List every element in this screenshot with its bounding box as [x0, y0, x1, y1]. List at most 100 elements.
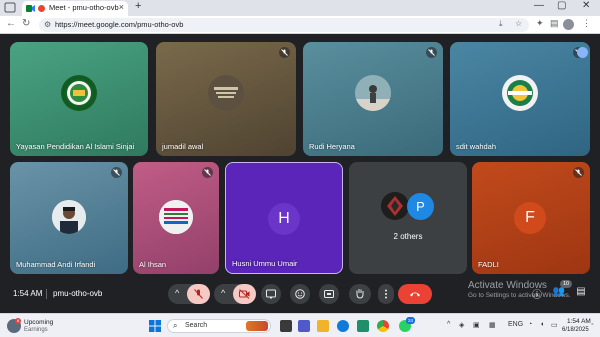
taskbar-date[interactable]: 6/18/2025	[562, 327, 589, 333]
mic-off-icon	[194, 289, 203, 299]
chrome-menu-icon[interactable]: ⋮	[582, 18, 591, 29]
profile-photo-icon	[159, 200, 193, 234]
end-call-icon	[410, 292, 420, 297]
close-window-icon[interactable]: ✕	[582, 0, 590, 11]
meeting-code: pmu-otho-ovb	[53, 289, 103, 298]
chat-icon[interactable]: ▤	[574, 286, 588, 300]
profile-photo-icon	[355, 75, 391, 111]
camera-toggle-button[interactable]	[233, 284, 256, 304]
participant-tile-husni[interactable]: H Husni Ummu Umair	[225, 162, 343, 274]
meeting-details-icon[interactable]: ⓘ	[530, 286, 544, 301]
raise-hand-button[interactable]	[349, 284, 371, 304]
file-explorer-icon[interactable]	[317, 320, 329, 332]
participant-name: Yayasan Pendidikan Al Islami Sinjai	[16, 142, 135, 151]
language-indicator[interactable]: ENG	[508, 321, 523, 328]
tab-actions-icon[interactable]	[4, 2, 16, 13]
site-info-icon[interactable]: ⚙	[44, 20, 51, 29]
search-icon: ⌕	[173, 321, 178, 330]
emoji-button[interactable]	[290, 284, 310, 304]
participant-tile-others[interactable]: P 2 others	[349, 162, 467, 274]
tray-app-icon[interactable]: ◈	[459, 321, 464, 329]
participant-name: Muhammad Andi Irfandi	[16, 260, 96, 269]
taskbar-time[interactable]: 1:54 AM	[567, 318, 591, 325]
volume-icon[interactable]: ◖	[540, 321, 544, 328]
participant-tile-fadli[interactable]: F FADLI	[472, 162, 590, 274]
participant-initial-avatar: H	[268, 203, 300, 235]
notifications-icon[interactable]: ◦	[591, 321, 593, 328]
download-icon[interactable]: ⤓	[499, 19, 503, 29]
captions-button[interactable]	[261, 284, 281, 304]
tray-overflow-icon[interactable]: ^	[447, 321, 450, 328]
tray-app-icon-3[interactable]: ▦	[489, 321, 496, 329]
participant-tile-rudi[interactable]: Rudi Heryana	[303, 42, 443, 156]
profile-photo-icon	[52, 200, 86, 234]
camera-options-button[interactable]: ^	[221, 288, 225, 298]
tab-close-button[interactable]: ×	[119, 2, 124, 12]
school-logo-icon	[67, 81, 91, 105]
store-icon[interactable]	[357, 320, 369, 332]
people-icon[interactable]: 👥	[552, 286, 566, 300]
back-icon[interactable]: ←	[6, 18, 16, 29]
maximize-icon[interactable]: ▢	[557, 0, 566, 11]
profile-photo-icon	[208, 75, 244, 111]
tray-app-icon-2[interactable]: ▣	[473, 321, 480, 329]
emoji-icon	[295, 289, 305, 299]
mic-muted-icon	[111, 167, 122, 178]
widgets-subtitle: Earnings	[24, 327, 48, 333]
participant-tile-jumadil[interactable]: jumadil awal	[156, 42, 296, 156]
task-view-icon[interactable]	[280, 320, 292, 332]
widgets-badge: 8	[15, 318, 21, 324]
edge-icon[interactable]	[337, 320, 349, 332]
bookmark-star-icon[interactable]: ☆	[515, 19, 522, 28]
mic-options-button[interactable]: ^	[175, 288, 179, 298]
more-vertical-icon	[385, 289, 387, 299]
mic-toggle-button[interactable]	[187, 284, 210, 304]
chrome-icon[interactable]	[377, 320, 389, 332]
mic-muted-icon	[279, 47, 290, 58]
url-input[interactable]: ⚙ https://meet.google.com/pmu-otho-ovb ⤓…	[39, 18, 529, 32]
school-logo-icon	[507, 80, 533, 106]
search-placeholder: Search	[185, 322, 208, 329]
taskbar-search-input[interactable]: ⌕ Search	[167, 319, 271, 333]
battery-icon[interactable]: ▭	[551, 321, 558, 329]
speaking-indicator-icon	[577, 47, 588, 58]
participant-avatar	[208, 75, 244, 111]
address-bar: ← ↻ ⚙ https://meet.google.com/pmu-otho-o…	[0, 16, 600, 34]
present-button[interactable]	[319, 284, 339, 304]
more-options-button[interactable]	[378, 284, 394, 304]
sidebar-icon[interactable]: ▤	[550, 18, 559, 29]
participant-avatar	[502, 75, 538, 111]
new-tab-button[interactable]: +	[135, 0, 141, 12]
browser-tab-meet[interactable]: Meet - pmu-otho-ovb ×	[22, 1, 128, 16]
teams-icon[interactable]	[298, 320, 310, 332]
profile-avatar[interactable]	[563, 19, 574, 30]
participant-count-badge: 10	[560, 280, 572, 288]
participant-tile-sdit[interactable]: sdit wahdah	[450, 42, 590, 156]
captions-icon	[266, 289, 276, 299]
participant-tile-muhammad[interactable]: Muhammad Andi Irfandi	[10, 162, 128, 274]
windows-taskbar: 8 Upcoming Earnings ⌕ Search 24 ^ ◈ ▣ ▦ …	[0, 313, 600, 337]
search-highlight-icon	[246, 321, 268, 331]
camera-control-group: ^	[214, 284, 256, 304]
participant-tile-yayasan[interactable]: Yayasan Pendidikan Al Islami Sinjai	[10, 42, 148, 156]
reload-icon[interactable]: ↻	[22, 18, 30, 29]
mic-muted-icon	[573, 167, 584, 178]
participant-avatar	[61, 75, 97, 111]
profile-photo-icon	[381, 192, 409, 220]
participant-name: FADLI	[478, 260, 499, 269]
others-count-label: 2 others	[393, 232, 423, 241]
participant-avatar	[381, 192, 409, 220]
start-menu-icon[interactable]	[149, 320, 161, 332]
meet-favicon-icon	[26, 5, 35, 12]
participant-name: Husni Ummu Umair	[232, 259, 298, 268]
extensions-icon[interactable]: ✦	[536, 18, 544, 29]
raise-hand-icon	[356, 289, 364, 299]
participant-avatar	[355, 75, 391, 111]
present-screen-icon	[324, 290, 334, 298]
minimize-icon[interactable]: —	[534, 0, 544, 11]
wifi-icon[interactable]: ◔	[528, 321, 532, 328]
recording-indicator-icon	[38, 5, 45, 12]
participant-tile-alihsan[interactable]: Al Ihsan	[133, 162, 219, 274]
leave-call-button[interactable]	[398, 284, 432, 304]
participant-name: Rudi Heryana	[309, 142, 355, 151]
